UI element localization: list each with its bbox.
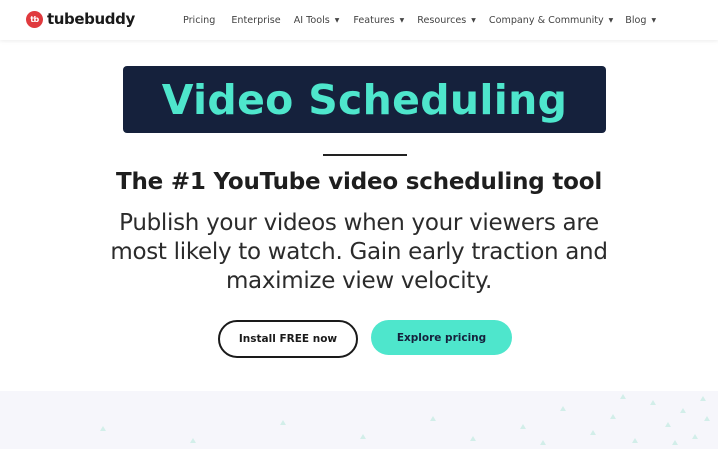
nav-company-community-label: Company & Community — [488, 14, 604, 26]
nav-ai-tools-label: AI Tools — [293, 14, 330, 26]
title-divider — [323, 154, 407, 156]
nav-blog[interactable]: Blog ▼ — [625, 15, 656, 26]
chevron-down-icon: ▼ — [651, 16, 657, 24]
nav-enterprise[interactable]: Enterprise — [231, 15, 280, 26]
page-title: Video Scheduling — [161, 75, 568, 124]
nav-resources[interactable]: Resources ▼ — [417, 15, 476, 26]
explore-pricing-button[interactable]: Explore pricing — [371, 320, 512, 355]
hero-subtitle: The #1 YouTube video scheduling tool — [115, 169, 603, 195]
chevron-down-icon: ▼ — [399, 16, 405, 24]
nav-enterprise-label: Enterprise — [231, 14, 281, 26]
hero-description-line: most likely to watch. Gain early tractio… — [110, 239, 608, 265]
nav-pricing[interactable]: Pricing — [183, 15, 215, 26]
nav-blog-label: Blog — [625, 14, 647, 26]
chevron-down-icon: ▼ — [608, 16, 614, 24]
main-nav: Pricing Enterprise AI Tools ▼ Features ▼… — [183, 13, 656, 27]
hero-description-line: maximize view velocity. — [225, 268, 493, 294]
nav-pricing-label: Pricing — [183, 14, 216, 26]
nav-company-community[interactable]: Company & Community ▼ — [489, 15, 613, 26]
hero-description-line: Publish your videos when your viewers ar… — [119, 210, 599, 236]
hero-description: Publish your videos when your viewers ar… — [60, 209, 658, 296]
nav-ai-tools[interactable]: AI Tools ▼ — [294, 15, 340, 26]
decorative-pattern-band — [0, 391, 718, 449]
tubebuddy-logo[interactable]: tb tubebuddy — [26, 9, 135, 29]
chevron-down-icon: ▼ — [334, 16, 340, 24]
triangle-pattern-decoration — [100, 394, 710, 445]
install-free-button[interactable]: Install FREE now — [218, 320, 358, 358]
nav-features-label: Features — [353, 14, 395, 26]
chevron-down-icon: ▼ — [471, 16, 476, 24]
hero-title-banner: Video Scheduling — [123, 66, 606, 133]
logo-wordmark: tubebuddy — [47, 10, 135, 28]
nav-features[interactable]: Features ▼ — [353, 15, 404, 26]
logo-badge-icon: tb — [26, 10, 43, 28]
nav-resources-label: Resources — [417, 14, 467, 26]
top-navbar: tb tubebuddy Pricing Enterprise AI Tools… — [0, 0, 718, 40]
